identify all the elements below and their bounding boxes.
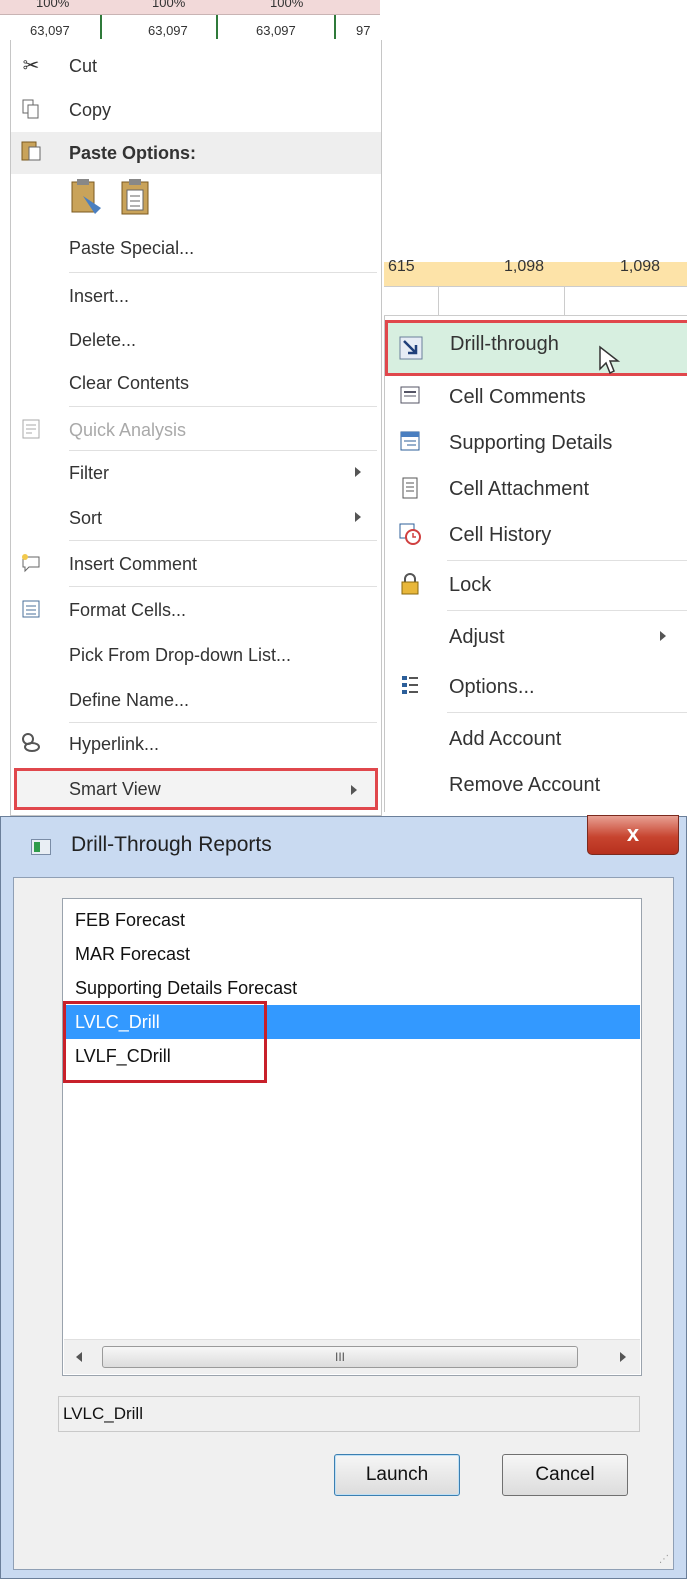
smart-view-submenu: Drill-through Cell Comments Supporting D… (384, 316, 687, 812)
list-item-report[interactable]: Supporting Details Forecast (75, 971, 297, 1005)
menu-item-paste-special[interactable]: Paste Special... (11, 230, 381, 266)
menu-header-paste-options: Paste Options: (11, 132, 381, 174)
total-cell: 1,098 (620, 258, 661, 275)
options-icon (397, 674, 423, 700)
menu-separator (69, 406, 377, 407)
menu-separator (69, 540, 377, 541)
hyperlink-icon (19, 732, 43, 756)
copy-icon (19, 98, 43, 122)
supporting-details-icon (397, 430, 423, 456)
menu-item-clear-contents[interactable]: Clear Contents (11, 365, 381, 401)
menu-item-filter[interactable]: Filter (11, 455, 381, 491)
drill-through-icon (398, 335, 424, 366)
empty-row (384, 287, 687, 316)
menu-separator (69, 586, 377, 587)
window-icon (31, 839, 51, 855)
quick-analysis-icon (19, 418, 43, 442)
submenu-item-adjust[interactable]: Adjust (385, 614, 687, 660)
menu-item-format-cells[interactable]: Format Cells... (11, 592, 381, 628)
submenu-item-cell-attachment[interactable]: Cell Attachment (385, 466, 687, 512)
list-item-report[interactable]: FEB Forecast (75, 903, 185, 937)
submenu-arrow-icon (351, 785, 357, 795)
paste-icon (19, 138, 43, 162)
cell-comments-icon (397, 384, 423, 410)
cell-border (100, 15, 218, 39)
close-button[interactable]: x (587, 815, 679, 855)
submenu-item-add-account[interactable]: Add Account (385, 716, 687, 762)
menu-item-define-name[interactable]: Define Name... (11, 682, 381, 718)
percent-row: 100% 100% 100% (0, 0, 380, 15)
cell-attachment-icon (397, 476, 423, 502)
scroll-left-icon[interactable] (76, 1352, 82, 1362)
menu-item-insert-comment[interactable]: Insert Comment (11, 546, 381, 582)
submenu-separator (447, 610, 687, 611)
menu-item-cut[interactable]: ✂ Cut (11, 48, 381, 84)
submenu-item-remove-account[interactable]: Remove Account (385, 762, 687, 808)
value-cell[interactable]: 63,097 (30, 23, 70, 38)
cell-border (216, 15, 336, 39)
menu-item-pick-from-list[interactable]: Pick From Drop-down List... (11, 637, 381, 673)
total-cell: 615 (388, 258, 415, 275)
menu-item-copy[interactable]: Copy (11, 92, 381, 128)
submenu-arrow-icon (355, 467, 361, 477)
scissors-icon: ✂ (22, 55, 40, 77)
submenu-separator (447, 712, 687, 713)
paste-option-buttons (69, 178, 169, 224)
dialog-titlebar[interactable]: Drill-Through Reports x (1, 815, 686, 877)
submenu-arrow-icon (355, 512, 361, 522)
menu-item-sort[interactable]: Sort (11, 500, 381, 536)
percent-cell: 100% (36, 0, 70, 10)
value-cell[interactable]: 97 (356, 23, 370, 38)
spreadsheet-fragment-right: 615 1,098 1,098 (384, 258, 687, 316)
drill-through-dialog: Drill-Through Reports x FEB Forecast MAR… (0, 815, 687, 1579)
submenu-item-drill-through[interactable]: Drill-through (385, 320, 687, 376)
submenu-item-options[interactable]: Options... (385, 664, 687, 710)
dialog-client-area: FEB Forecast MAR Forecast Supporting Det… (13, 877, 674, 1570)
context-menu: ✂ Cut Copy Paste Options: Paste Special.… (10, 40, 382, 816)
launch-button[interactable]: Launch (334, 1454, 460, 1496)
cell-history-icon (397, 522, 423, 548)
submenu-item-cell-comments[interactable]: Cell Comments (385, 374, 687, 420)
cancel-button[interactable]: Cancel (502, 1454, 628, 1496)
resize-grip-icon[interactable]: ⋰ (659, 1554, 669, 1565)
scroll-right-icon[interactable] (620, 1352, 626, 1362)
lock-icon (397, 572, 423, 598)
total-row: 615 1,098 1,098 (384, 258, 687, 287)
reports-listbox[interactable]: FEB Forecast MAR Forecast Supporting Det… (62, 898, 642, 1376)
menu-separator (69, 272, 377, 273)
menu-separator (69, 450, 377, 451)
menu-item-insert[interactable]: Insert... (11, 278, 381, 314)
dialog-title: Drill-Through Reports (71, 833, 272, 856)
menu-item-quick-analysis: Quick Analysis (11, 412, 381, 448)
submenu-item-cell-history[interactable]: Cell History (385, 512, 687, 558)
submenu-item-supporting-details[interactable]: Supporting Details (385, 420, 687, 466)
selected-report-field: LVLC_Drill (58, 1396, 640, 1432)
paste-values-icon[interactable] (119, 178, 155, 223)
menu-separator (69, 722, 377, 723)
format-cells-icon (19, 598, 43, 622)
submenu-separator (447, 560, 687, 561)
submenu-item-lock[interactable]: Lock (385, 562, 687, 608)
percent-cell: 100% (270, 0, 304, 10)
menu-item-smart-view[interactable]: Smart View (14, 768, 378, 810)
list-item-report[interactable]: MAR Forecast (75, 937, 190, 971)
menu-item-delete[interactable]: Delete... (11, 322, 381, 358)
highlight-box (63, 1001, 267, 1083)
spreadsheet-fragment-top: 100% 100% 100% 63,097 63,097 63,097 97 (0, 0, 380, 41)
scroll-thumb[interactable]: III (102, 1346, 578, 1368)
horizontal-scrollbar[interactable]: III (64, 1339, 640, 1374)
paste-keep-format-icon[interactable] (69, 178, 105, 223)
percent-cell: 100% (152, 0, 186, 10)
menu-item-hyperlink[interactable]: Hyperlink... (11, 726, 381, 762)
submenu-arrow-icon (660, 631, 666, 641)
total-cell: 1,098 (504, 258, 545, 275)
insert-comment-icon (19, 552, 43, 576)
